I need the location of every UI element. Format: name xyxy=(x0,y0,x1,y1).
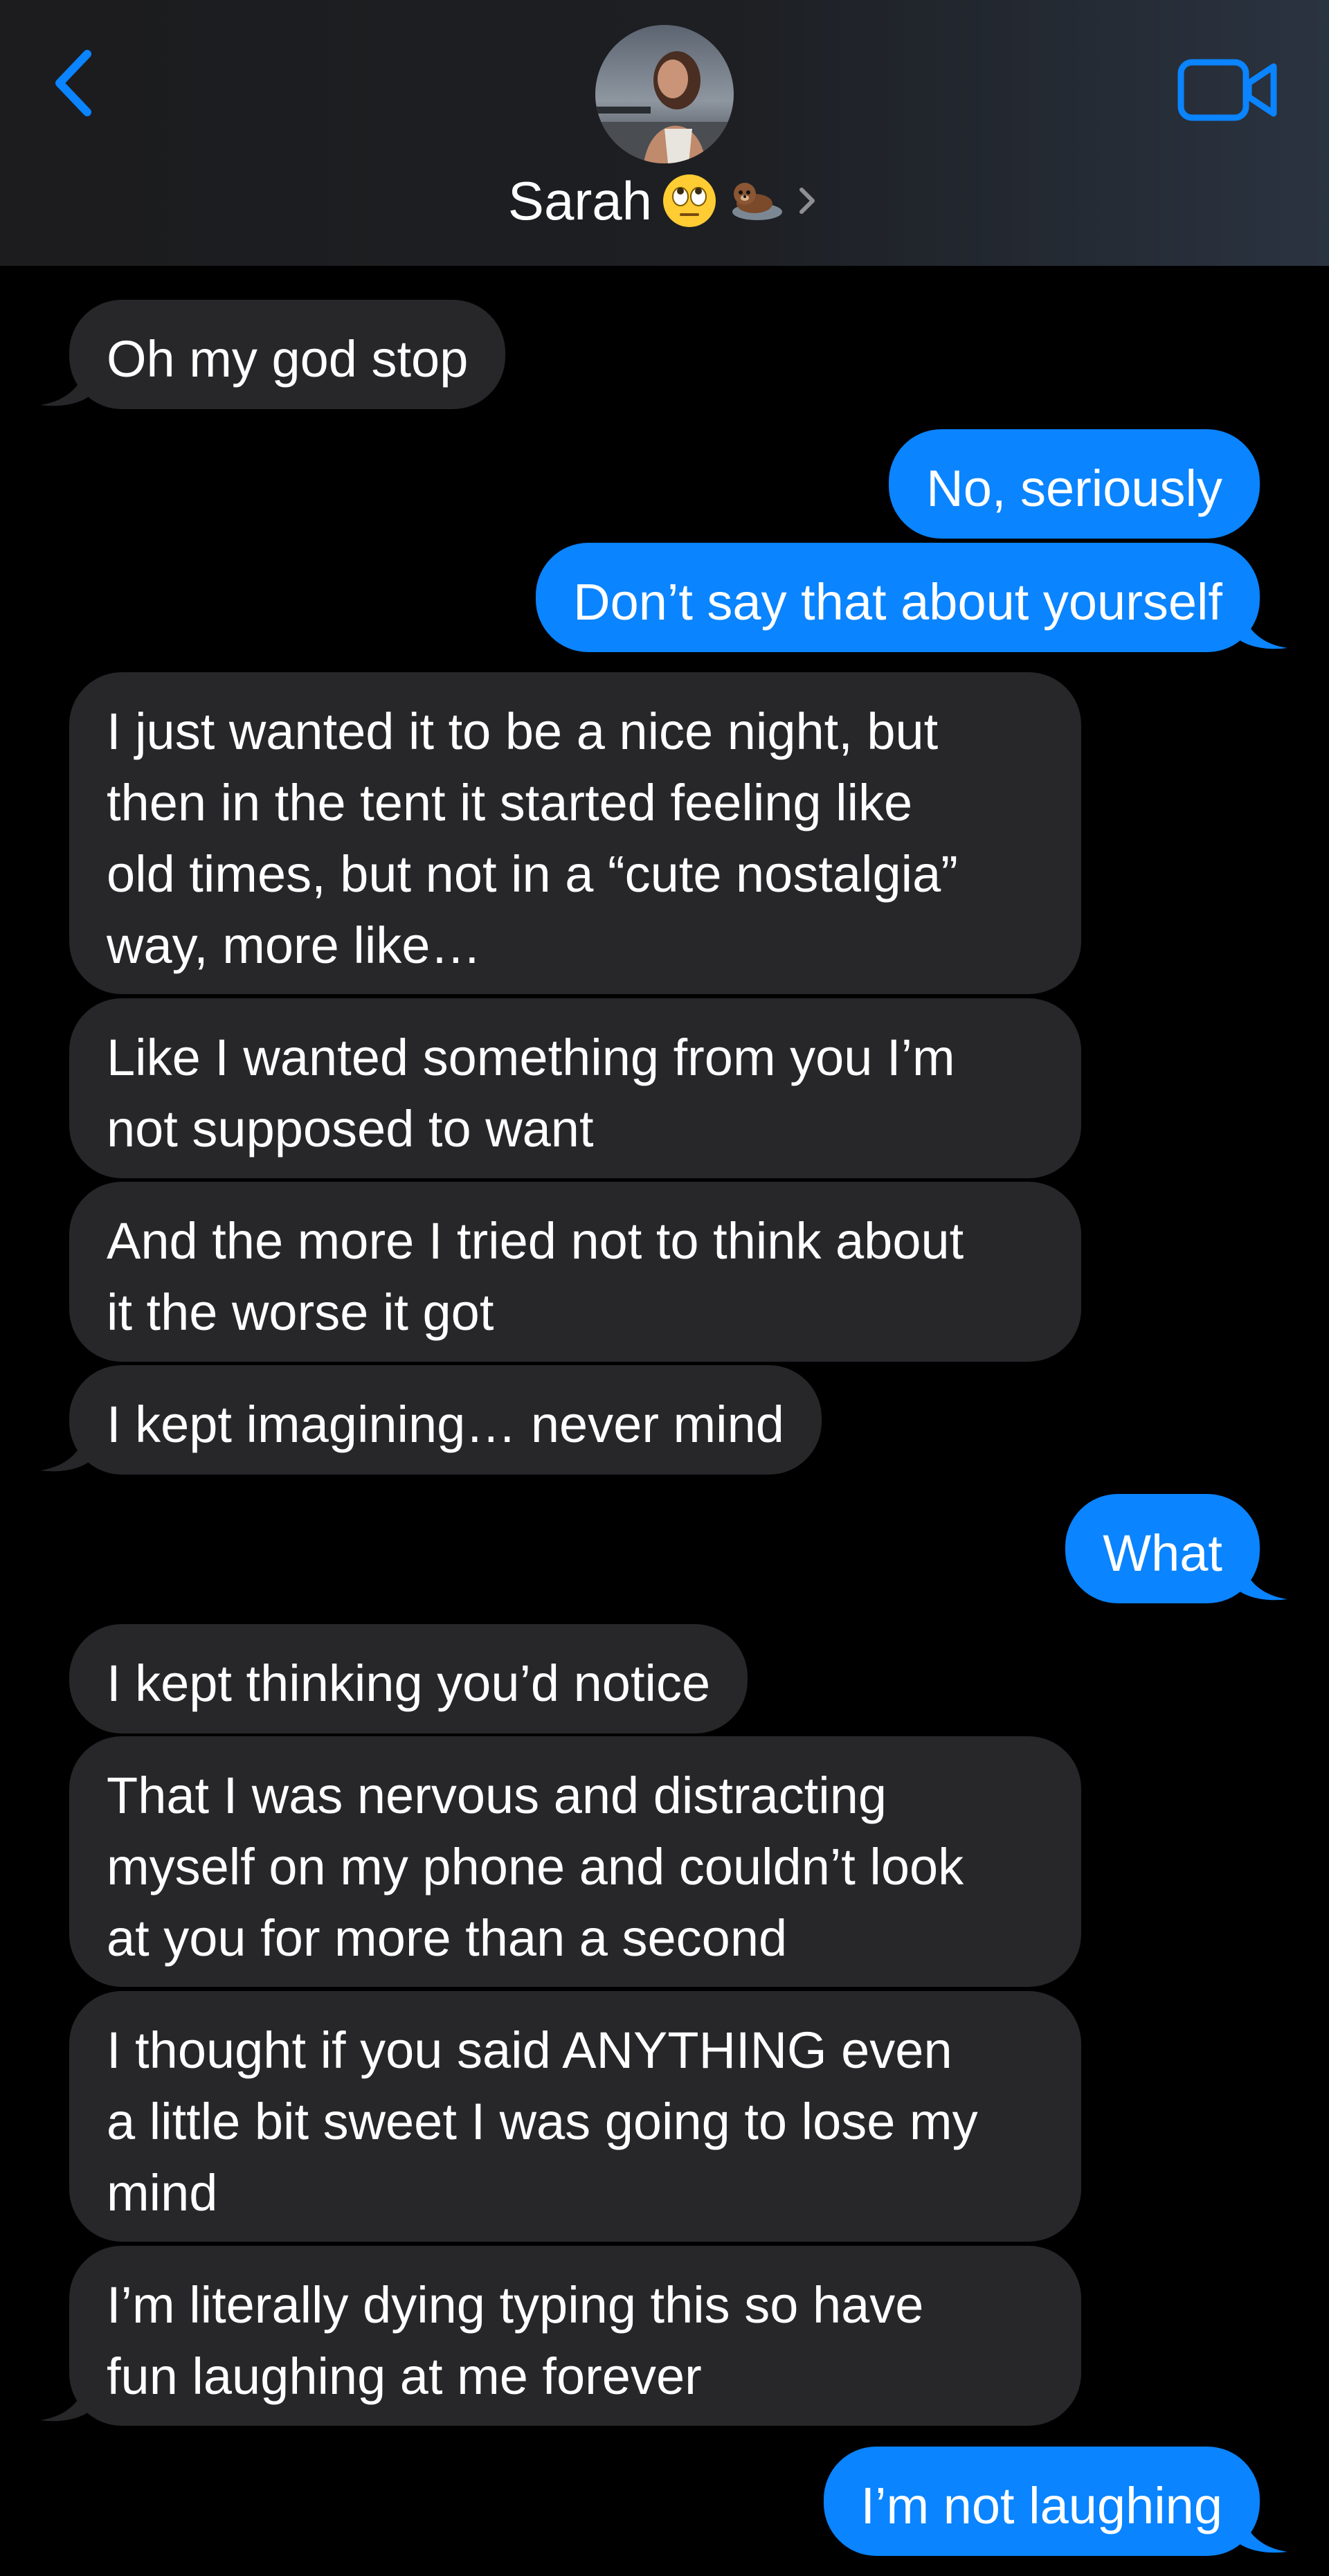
message-line: I’m literally dying typing this so have xyxy=(107,2276,924,2334)
message-line: Like I wanted something from you I’m xyxy=(107,1029,955,1086)
message-text: I kept thinking you’d notice xyxy=(107,1655,711,1712)
avatar-photo xyxy=(595,25,734,163)
message-bubble-received[interactable]: I kept thinking you’d notice xyxy=(69,1624,748,1733)
message-text: No, seriously xyxy=(926,460,1222,517)
bubble-tail-received xyxy=(40,362,89,406)
message-bubble-sent[interactable]: Don’t say that about yourself xyxy=(536,543,1260,652)
facetime-video-button[interactable] xyxy=(1177,55,1281,125)
message-bubble-received[interactable]: I kept imagining… never mind xyxy=(69,1365,822,1475)
message-line: at you for more than a second xyxy=(107,1909,788,1967)
message-line: myself on my phone and couldn’t look xyxy=(107,1838,964,1895)
bubble-tail-sent xyxy=(1239,605,1287,649)
message-bubble-received[interactable]: I thought if you said ANYTHING even a li… xyxy=(69,1991,1081,2242)
message-line: fun laughing at me forever xyxy=(107,2348,702,2405)
message-bubble-sent[interactable]: No, seriously xyxy=(889,429,1260,539)
contact-name: Sarah xyxy=(507,170,653,231)
message-text: Don’t say that about yourself xyxy=(573,573,1222,631)
video-camera-icon xyxy=(1177,59,1277,121)
conversation-header: Sarah xyxy=(0,0,1329,266)
message-line: then in the tent it started feeling like xyxy=(107,774,913,831)
message-text: I kept imagining… never mind xyxy=(107,1396,784,1453)
message-line: it the worse it got xyxy=(107,1284,494,1341)
message-line: way, more like… xyxy=(107,917,482,974)
bubble-tail-sent xyxy=(1239,1556,1287,1601)
otter-emoji-icon xyxy=(732,183,783,220)
message-line: mind xyxy=(107,2164,218,2222)
chevron-left-icon xyxy=(55,50,91,116)
message-bubble-sent[interactable]: I’m not laughing xyxy=(823,2447,1260,2556)
message-bubble-received[interactable]: And the more I tried not to think about … xyxy=(69,1182,1081,1362)
message-text: Oh my god stop xyxy=(107,330,469,388)
message-bubble-sent[interactable]: What xyxy=(1065,1494,1260,1603)
message-line: I just wanted it to be a nice night, but xyxy=(107,703,939,760)
message-line: not supposed to want xyxy=(107,1100,594,1158)
message-text: What xyxy=(1103,1524,1222,1582)
contact-title[interactable]: Sarah xyxy=(0,166,1329,235)
message-line: a little bit sweet I was going to lose m… xyxy=(107,2093,978,2150)
message-bubble-received[interactable]: Oh my god stop xyxy=(69,300,506,409)
message-bubble-received[interactable]: I just wanted it to be a nice night, but… xyxy=(69,672,1081,994)
bubble-tail-received xyxy=(40,2377,89,2422)
message-line: And the more I tried not to think about xyxy=(107,1212,964,1270)
message-line: That I was nervous and distracting xyxy=(107,1767,887,1824)
message-bubble-received[interactable]: I’m literally dying typing this so have … xyxy=(69,2246,1081,2426)
message-bubble-received[interactable]: Like I wanted something from you I’m not… xyxy=(69,998,1081,1178)
bubble-tail-received xyxy=(40,1427,89,1472)
contact-avatar[interactable] xyxy=(595,25,734,163)
message-bubble-received[interactable]: That I was nervous and distracting mysel… xyxy=(69,1736,1081,1987)
chevron-right-icon xyxy=(799,188,815,214)
back-button[interactable] xyxy=(42,42,111,125)
message-text: I’m not laughing xyxy=(860,2477,1222,2534)
message-line: old times, but not in a “cute nostalgia” xyxy=(107,845,958,903)
bubble-tail-sent xyxy=(1239,2509,1287,2553)
rolling-eyes-emoji-icon xyxy=(663,174,716,227)
message-line: I thought if you said ANYTHING even xyxy=(107,2021,952,2079)
